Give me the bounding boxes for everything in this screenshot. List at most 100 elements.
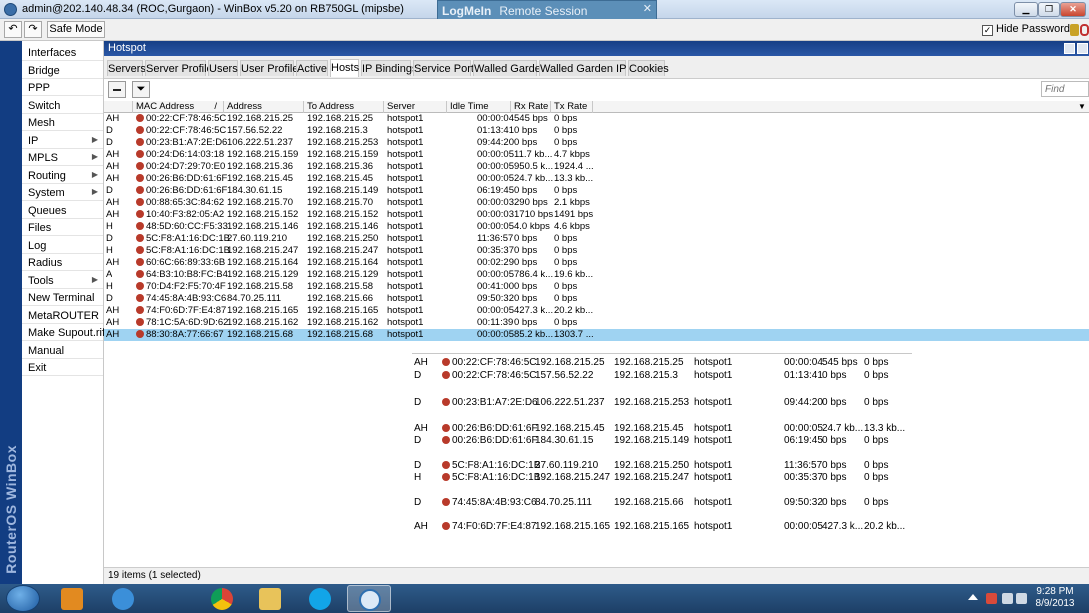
column-header-tx-rate[interactable]: Tx Rate <box>551 101 593 113</box>
table-row[interactable]: H 70:D4:F2:F5:70:4F 192.168.215.58 192.168.… <box>104 281 1089 293</box>
cell-value: 192.168.215.68 <box>307 329 374 340</box>
sidebar-item-queues[interactable]: Queues <box>22 202 103 219</box>
taskbar-internet-explorer[interactable] <box>101 585 145 612</box>
filter-icon[interactable]: ⏷ <box>132 81 150 98</box>
sidebar-item-routing[interactable]: Routing ▶ <box>22 167 103 184</box>
safe-mode-button[interactable]: Safe Mode <box>47 21 105 38</box>
table-row[interactable]: AH 00:22:CF:78:46:5C 192.168.215.25 192.168… <box>104 113 1089 125</box>
column-menu-icon[interactable]: ▼ <box>1078 102 1086 111</box>
tray-expand-icon[interactable] <box>968 594 978 600</box>
tab-ip-bindings[interactable]: IP Bindings <box>361 60 417 76</box>
table-row[interactable]: AH 88:30:8A:77:66:67 192.168.215.68 192.168… <box>104 329 1089 341</box>
column-header-label: Idle Time <box>450 101 489 112</box>
tab-users[interactable]: Users <box>208 60 238 76</box>
sidebar-item-ip[interactable]: IP ▶ <box>22 132 103 149</box>
column-header-server[interactable]: Server <box>384 101 447 113</box>
sidebar-item-mesh[interactable]: Mesh <box>22 114 103 131</box>
sidebar-item-system[interactable]: System ▶ <box>22 184 103 201</box>
hide-passwords-checkbox[interactable]: ✓ Hide Passwords <box>982 23 1075 36</box>
table-row[interactable]: H 5C:F8:A1:16:DC:1B 192.168.215.247 192.168… <box>104 245 1089 257</box>
find-input[interactable] <box>1041 81 1089 97</box>
zoomed-cell: 74:F0:6D:7F:E4:87 <box>442 520 537 533</box>
table-row[interactable]: AH 74:F0:6D:7F:E4:87 192.168.215.165 192.16… <box>104 305 1089 317</box>
taskbar-logmein[interactable] <box>347 585 391 612</box>
cell-value: 00:00:05 <box>784 521 823 532</box>
system-clock[interactable]: 9:28 PM 8/9/2013 <box>1030 586 1080 610</box>
table-row[interactable]: AH 00:88:65:3C:84:62 192.168.215.70 192.168… <box>104 197 1089 209</box>
internet-explorer-icon <box>112 588 134 610</box>
taskbar-skype[interactable] <box>298 585 342 612</box>
table-row[interactable]: D 74:45:8A:4B:93:C6 84.70.25.111 192.168.21… <box>104 293 1089 305</box>
chrome-icon <box>211 588 233 610</box>
cell-to-address: 192.168.215.247 <box>307 245 378 257</box>
table-row[interactable]: H 48:5D:60:CC:F5:33 192.168.215.146 192.168… <box>104 221 1089 233</box>
column-header-to-address[interactable]: To Address <box>304 101 384 113</box>
sidebar-item-bridge[interactable]: Bridge <box>22 62 103 79</box>
tab-cookies[interactable]: Cookies <box>628 60 669 76</box>
column-header-address[interactable]: Address <box>224 101 304 113</box>
table-row[interactable]: AH 00:26:B6:DD:61:6F 192.168.215.45 192.168… <box>104 173 1089 185</box>
table-row[interactable]: AH 78:1C:5A:6D:9D:62 192.168.215.162 192.16… <box>104 317 1089 329</box>
column-header-flags[interactable] <box>104 101 133 113</box>
taskbar-file-explorer[interactable] <box>248 585 292 612</box>
cell-value: 192.168.215.159 <box>227 149 299 160</box>
close-window-button[interactable]: ✕ <box>1060 2 1086 17</box>
table-row[interactable]: A 64:B3:10:B8:FC:B4 192.168.215.129 192.168… <box>104 269 1089 281</box>
close-icon[interactable] <box>1077 43 1088 54</box>
sidebar-item-radius[interactable]: Radius <box>22 254 103 271</box>
tab-walled-garden-ip-list[interactable]: Walled Garden IP List <box>539 60 646 76</box>
restore-icon[interactable] <box>1064 43 1075 54</box>
taskbar-chrome[interactable] <box>200 585 244 612</box>
close-icon[interactable]: ✕ <box>643 2 652 15</box>
cell-value: 0 bps <box>864 497 889 508</box>
logmein-session-bar[interactable]: LogMeIn Remote Session ✕ <box>437 0 657 21</box>
sidebar-item-tools[interactable]: Tools ▶ <box>22 272 103 289</box>
minimize-button[interactable]: ▁ <box>1014 2 1038 17</box>
column-header-rx-rate[interactable]: Rx Rate <box>511 101 551 113</box>
table-row[interactable]: AH 00:24:D7:29:70:E0 192.168.215.36 192.168… <box>104 161 1089 173</box>
action-center-icon[interactable] <box>986 593 997 604</box>
volume-icon[interactable] <box>1016 593 1027 604</box>
sidebar-item-log[interactable]: Log <box>22 237 103 254</box>
undo-button[interactable]: ↶ <box>4 21 22 38</box>
sidebar-item-metarouter[interactable]: MetaROUTER <box>22 307 103 324</box>
redo-button[interactable]: ↷ <box>24 21 42 38</box>
sidebar-item-exit[interactable]: Exit <box>22 359 103 376</box>
table-row[interactable]: D 00:26:B6:DD:61:6F 184.30.61.15 192.168.21… <box>104 185 1089 197</box>
cell-mac-address: 00:22:CF:78:46:5C <box>136 113 226 125</box>
sidebar-item-files[interactable]: Files <box>22 219 103 236</box>
cell-rx-rate: 0 bps <box>514 125 537 137</box>
table-row[interactable]: AH 60:6C:66:89:33:6B 192.168.215.164 192.16… <box>104 257 1089 269</box>
cell-value: hotspot1 <box>387 281 424 292</box>
cell-value: 192.168.215.250 <box>614 460 690 471</box>
tab-service-ports[interactable]: Service Ports <box>413 60 479 76</box>
maximize-button[interactable]: ❐ <box>1038 2 1060 17</box>
cell-mac-address: 00:24:D7:29:70:E0 <box>136 161 225 173</box>
cell-value: 5C:F8:A1:16:DC:1B <box>452 472 541 483</box>
start-button[interactable] <box>6 585 40 612</box>
sidebar-item-manual[interactable]: Manual <box>22 342 103 359</box>
sidebar-item-switch[interactable]: Switch <box>22 97 103 114</box>
tab-user-profiles[interactable]: User Profiles <box>240 60 304 76</box>
sidebar-item-new-terminal[interactable]: New Terminal <box>22 289 103 306</box>
sidebar-item-ppp[interactable]: PPP <box>22 79 103 96</box>
table-row[interactable]: D 00:23:B1:A7:2E:D6 106.222.51.237 192.168.… <box>104 137 1089 149</box>
tab-active[interactable]: Active <box>296 60 328 76</box>
column-header-idle-time[interactable]: Idle Time <box>447 101 511 113</box>
sidebar-item-make-supout-rif[interactable]: Make Supout.rif <box>22 324 105 341</box>
table-row[interactable]: AH 00:24:D6:14:03:18 192.168.215.159 192.16… <box>104 149 1089 161</box>
network-icon[interactable] <box>1002 593 1013 604</box>
column-header-mac-address[interactable]: MAC Address / <box>133 101 224 113</box>
tab-servers[interactable]: Servers <box>107 60 146 76</box>
sidebar-item-mpls[interactable]: MPLS ▶ <box>22 149 103 166</box>
tab-server-profiles[interactable]: Server Profiles <box>145 60 218 76</box>
taskbar-media-player[interactable] <box>50 585 94 612</box>
sidebar-item-interfaces[interactable]: Interfaces <box>22 44 103 61</box>
remove-button[interactable] <box>108 81 126 98</box>
tab-walled-garden[interactable]: Walled Garden <box>473 60 547 76</box>
table-row[interactable]: D 00:22:CF:78:46:5C 157.56.52.22 192.168.21… <box>104 125 1089 137</box>
tab-hosts[interactable]: Hosts <box>330 59 359 77</box>
window-title: admin@202.140.48.34 (ROC,Gurgaon) - WinB… <box>22 3 404 15</box>
table-row[interactable]: D 5C:F8:A1:16:DC:1B 27.60.119.210 192.168.2… <box>104 233 1089 245</box>
table-row[interactable]: AH 10:40:F3:82:05:A2 192.168.215.152 192.16… <box>104 209 1089 221</box>
